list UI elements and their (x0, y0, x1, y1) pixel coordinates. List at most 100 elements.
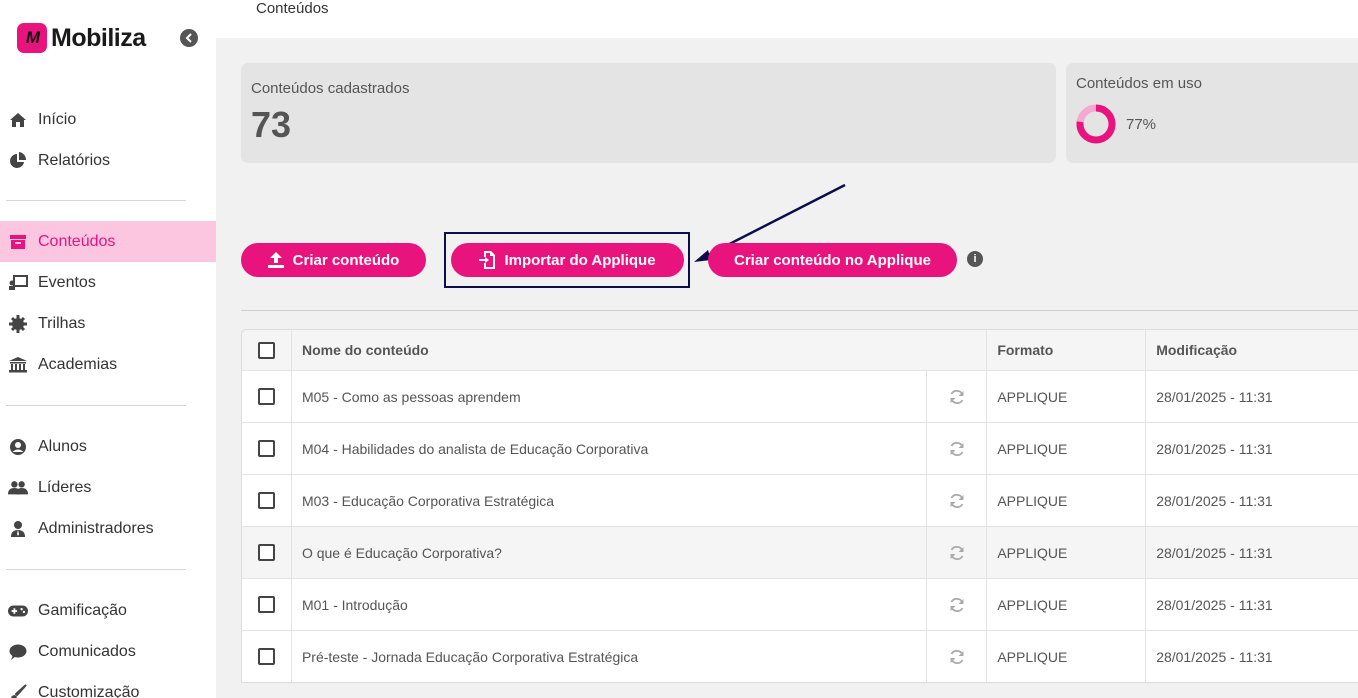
create-content-button[interactable]: Criar conteúdo (241, 243, 426, 277)
create-applique-label: Criar conteúdo no Applique (734, 251, 931, 269)
brush-icon (8, 683, 28, 698)
stat-label: Conteúdos em uso (1076, 75, 1202, 92)
column-header-format[interactable]: Formato (987, 330, 1147, 370)
sidebar-item-label: Gamificação (38, 601, 127, 619)
row-checkbox[interactable] (257, 596, 275, 613)
sidebar-item-label: Início (38, 110, 77, 128)
sidebar-item-label: Eventos (38, 273, 96, 291)
create-applique-button[interactable]: Criar conteúdo no Applique (708, 243, 957, 277)
sync-icon[interactable] (927, 423, 988, 474)
row-check-cell (242, 631, 292, 682)
divider (6, 569, 186, 570)
sync-icon[interactable] (927, 527, 988, 578)
breadcrumb: Conteúdos (256, 0, 329, 17)
sidebar-item-customizacao[interactable]: Customização (0, 672, 216, 698)
sidebar-item-academias[interactable]: Academias (0, 344, 216, 385)
sidebar-item-administradores[interactable]: Administradores (0, 508, 216, 549)
divider (241, 310, 1358, 311)
chevron-left-icon[interactable] (180, 29, 198, 47)
sidebar-item-label: Comunicados (38, 642, 136, 660)
stat-percentage: 77% (1126, 116, 1157, 133)
row-check-cell (242, 371, 292, 422)
table-row[interactable]: O que é Educação Corporativa? APPLIQUE 2… (242, 526, 1358, 578)
table-row[interactable]: M01 - Introdução APPLIQUE 28/01/2025 - 1… (242, 578, 1358, 630)
sidebar-item-trilhas[interactable]: Trilhas (0, 303, 216, 344)
column-header-name[interactable]: Nome do conteúdo (292, 330, 988, 370)
sidebar: M Mobiliza Início Relatórios Conteúdos E… (0, 0, 216, 698)
content-name[interactable]: M05 - Como as pessoas aprendem (292, 371, 928, 422)
presentation-icon (8, 273, 28, 293)
content-format: APPLIQUE (987, 475, 1147, 526)
row-checkbox[interactable] (257, 648, 275, 665)
user-circle-icon (8, 437, 28, 457)
pie-chart-icon (8, 151, 28, 171)
sidebar-item-inicio[interactable]: Início (0, 99, 216, 140)
stat-card-registered: Conteúdos cadastrados 73 (241, 63, 1056, 163)
content-modified: 28/01/2025 - 11:31 (1156, 544, 1273, 561)
content-format: APPLIQUE (987, 631, 1147, 682)
donut-chart (1076, 104, 1116, 144)
content-name[interactable]: M01 - Introdução (292, 579, 928, 630)
topbar: Conteúdos (216, 0, 1358, 38)
stat-card-in-use: Conteúdos em uso 77% (1066, 63, 1358, 163)
sidebar-item-label: Líderes (38, 478, 92, 496)
row-checkbox[interactable] (257, 492, 275, 509)
sidebar-item-label: Relatórios (38, 151, 111, 169)
content-modified: 28/01/2025 - 11:31 (1156, 492, 1273, 509)
row-checkbox[interactable] (257, 544, 275, 561)
select-all-cell (242, 330, 292, 370)
row-checkbox[interactable] (257, 440, 275, 457)
row-checkbox[interactable] (257, 388, 275, 405)
table-header: Nome do conteúdo Formato Modificação (242, 330, 1358, 370)
create-content-label: Criar conteúdo (292, 251, 400, 269)
content-modified: 28/01/2025 - 11:31 (1156, 440, 1273, 457)
sync-icon[interactable] (927, 371, 988, 422)
chat-icon (8, 642, 28, 662)
logo[interactable]: M Mobiliza (17, 23, 146, 53)
user-tie-icon (8, 519, 28, 539)
sidebar-item-lideres[interactable]: Líderes (0, 467, 216, 508)
content-name[interactable]: O que é Educação Corporativa? (292, 527, 928, 578)
column-header-modified[interactable]: Modificação (1146, 330, 1358, 370)
sidebar-item-relatorios[interactable]: Relatórios (0, 140, 216, 181)
sync-icon[interactable] (927, 631, 988, 682)
content-modified: 28/01/2025 - 11:31 (1156, 388, 1273, 405)
sidebar-item-comunicados[interactable]: Comunicados (0, 631, 216, 672)
sidebar-item-alunos[interactable]: Alunos (0, 426, 216, 467)
sidebar-item-conteudos[interactable]: Conteúdos (0, 221, 216, 262)
content-name[interactable]: Pré-teste - Jornada Educação Corporativa… (292, 631, 928, 682)
table-row[interactable]: M04 - Habilidades do analista de Educaçã… (242, 422, 1358, 474)
import-applique-button[interactable]: Importar do Applique (451, 243, 684, 277)
sidebar-item-eventos[interactable]: Eventos (0, 262, 216, 303)
divider (6, 405, 186, 406)
users-icon (8, 478, 28, 498)
upload-icon (267, 252, 284, 268)
sync-icon[interactable] (927, 475, 988, 526)
table-row[interactable]: Pré-teste - Jornada Educação Corporativa… (242, 630, 1358, 682)
info-icon[interactable]: i (967, 251, 983, 267)
content-format: APPLIQUE (987, 423, 1147, 474)
row-check-cell (242, 423, 292, 474)
logo-mark: M (17, 23, 47, 53)
sidebar-item-gamificacao[interactable]: Gamificação (0, 590, 216, 631)
gamepad-icon (8, 601, 28, 621)
table-row[interactable]: M03 - Educação Corporativa Estratégica A… (242, 474, 1358, 526)
sidebar-item-label: Customização (38, 683, 140, 698)
table-row[interactable]: M05 - Como as pessoas aprendem APPLIQUE … (242, 370, 1358, 422)
content-modified: 28/01/2025 - 11:31 (1156, 648, 1273, 665)
content-name[interactable]: M04 - Habilidades do analista de Educaçã… (292, 423, 928, 474)
content-format: APPLIQUE (987, 371, 1147, 422)
select-all-checkbox[interactable] (257, 341, 275, 359)
sync-icon[interactable] (927, 579, 988, 630)
content-name[interactable]: M03 - Educação Corporativa Estratégica (292, 475, 928, 526)
stat-label: Conteúdos cadastrados (251, 80, 410, 97)
gear-badge-icon (8, 314, 28, 334)
institution-icon (8, 355, 28, 375)
divider (6, 200, 186, 201)
home-icon (8, 110, 28, 130)
import-applique-label: Importar do Applique (504, 251, 656, 269)
sidebar-item-label: Conteúdos (38, 232, 116, 250)
content-modified: 28/01/2025 - 11:31 (1156, 596, 1273, 613)
sidebar-item-label: Administradores (38, 519, 154, 537)
file-import-icon (479, 251, 496, 269)
